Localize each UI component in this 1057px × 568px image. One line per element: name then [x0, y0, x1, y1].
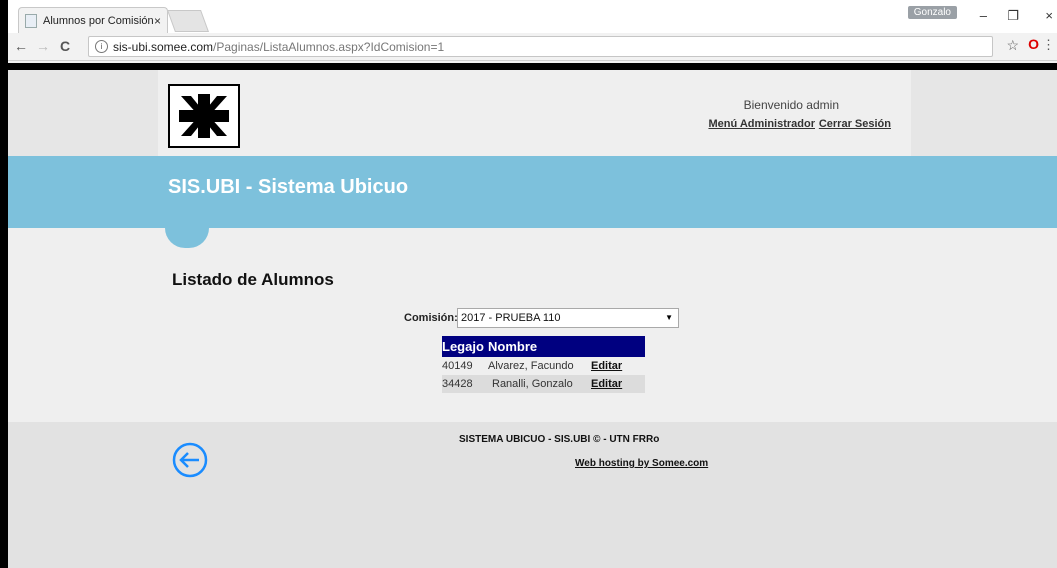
commission-select[interactable]: 2017 - PRUEBA 110 ▼	[457, 308, 679, 328]
cell-nombre: Alvarez, Facundo	[488, 360, 574, 372]
page-favicon-icon	[25, 13, 37, 28]
new-tab-button[interactable]	[166, 10, 210, 32]
cell-legajo: 34428	[442, 375, 488, 393]
address-bar[interactable]: i sis-ubi.somee.com/Paginas/ListaAlumnos…	[88, 36, 993, 57]
profile-badge[interactable]: Gonzalo	[907, 6, 957, 19]
tab-title: Alumnos por Comisión	[43, 14, 154, 27]
title-banner: SIS.UBI - Sistema Ubicuo	[8, 156, 1057, 228]
commission-selected-value: 2017 - PRUEBA 110	[461, 312, 561, 324]
url-host: sis-ubi.somee.com	[113, 39, 214, 54]
opera-extension-icon[interactable]: O	[1028, 36, 1039, 52]
edit-link[interactable]: Editar	[591, 360, 622, 372]
back-nav-icon[interactable]: ←	[14, 38, 28, 54]
browser-tab[interactable]: Alumnos por Comisión ×	[18, 7, 168, 33]
edit-link[interactable]: Editar	[591, 378, 622, 390]
main-content: Listado de Alumnos Comisión: 2017 - PRUE…	[8, 228, 1057, 422]
site-header: Bienvenido admin Menú Administrador Cerr…	[8, 70, 1057, 156]
page-content: Bienvenido admin Menú Administrador Cerr…	[8, 70, 1057, 568]
admin-menu-link[interactable]: Menú Administrador	[708, 118, 815, 130]
browser-chrome: Alumnos por Comisión × Gonzalo – ❐ × ← →…	[0, 0, 1057, 63]
cell-legajo: 40149	[442, 360, 473, 372]
welcome-text: Bienvenido admin	[743, 98, 839, 112]
site-title: SIS.UBI - Sistema Ubicuo	[168, 176, 409, 198]
tab-close-icon[interactable]: ×	[154, 14, 161, 28]
column-header-legajo: Legajo	[442, 336, 488, 357]
footer-title: SISTEMA UBICUO - SIS.UBI © - UTN FRRo	[459, 434, 660, 445]
dropdown-arrow-icon: ▼	[665, 313, 673, 322]
close-window-icon[interactable]: ×	[1045, 8, 1053, 23]
header-inner: Bienvenido admin Menú Administrador Cerr…	[158, 70, 911, 156]
site-footer: SISTEMA UBICUO - SIS.UBI © - UTN FRRo We…	[8, 422, 1057, 568]
restore-icon[interactable]: ❐	[1007, 8, 1019, 24]
table-row: 40149 Alvarez, Facundo Editar	[442, 357, 645, 375]
url-path: /Paginas/ListaAlumnos.aspx?IdComision=1	[213, 39, 445, 54]
tab-strip: Alumnos por Comisión × Gonzalo – ❐ ×	[8, 0, 1057, 33]
page-title: Listado de Alumnos	[172, 270, 334, 289]
browser-menu-icon[interactable]: ⋮	[1042, 37, 1055, 53]
utn-logo-icon	[179, 94, 229, 138]
reload-icon[interactable]: C	[60, 38, 70, 54]
back-arrow-icon[interactable]	[171, 441, 209, 479]
site-info-icon[interactable]: i	[95, 40, 108, 53]
minimize-icon[interactable]: –	[980, 8, 987, 23]
bookmark-star-icon[interactable]: ☆	[1006, 37, 1019, 54]
table-header-row: Legajo Nombre	[442, 336, 645, 357]
cell-nombre: Ranalli, Gonzalo	[488, 375, 591, 393]
commission-label: Comisión:	[404, 312, 458, 324]
hosting-link[interactable]: Web hosting by Somee.com	[575, 458, 708, 469]
students-table: Legajo Nombre 40149 Alvarez, Facundo Edi…	[442, 336, 645, 393]
utn-logo	[168, 84, 240, 148]
logout-link[interactable]: Cerrar Sesión	[819, 118, 891, 130]
forward-nav-icon[interactable]: →	[36, 38, 50, 54]
column-header-nombre: Nombre	[488, 336, 645, 357]
table-row: 34428 Ranalli, Gonzalo Editar	[442, 375, 645, 393]
browser-toolbar: ← → C i sis-ubi.somee.com/Paginas/ListaA…	[8, 33, 1057, 61]
